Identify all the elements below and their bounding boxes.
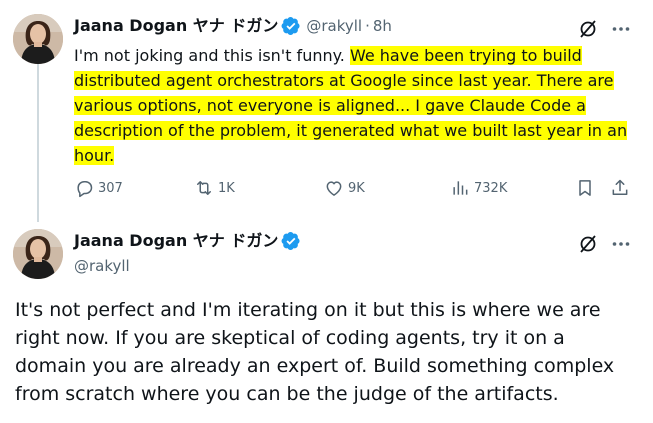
like-count: 9K [348, 180, 365, 196]
tweet-header: Jaana Dogan ヤナ ドガン @rakyll · 8h [74, 16, 392, 36]
tweet-actions: 307 1K 9K 732K [74, 178, 634, 202]
more-icon[interactable] [611, 234, 631, 254]
thread-connector-line [37, 64, 39, 222]
reply-button[interactable]: 307 [74, 178, 123, 198]
author-name[interactable]: Jaana Dogan ヤナ ドガン [74, 16, 278, 36]
share-button[interactable] [610, 178, 634, 198]
views-icon [453, 181, 468, 195]
tweet-text: I'm not joking and this isn't funny. We … [74, 43, 634, 168]
tweet-text-plain: I'm not joking and this isn't funny. [74, 46, 350, 65]
tweet-text: It's not perfect and I'm iterating on it… [15, 299, 615, 405]
like-icon [326, 181, 342, 196]
timestamp[interactable]: 8h [373, 16, 392, 36]
retweet-count: 1K [218, 180, 235, 196]
verified-badge-icon [281, 16, 301, 36]
views-button[interactable]: 732K [450, 178, 507, 198]
bookmark-button[interactable] [575, 178, 599, 198]
bookmark-icon [579, 180, 591, 196]
reply-icon [77, 181, 93, 198]
verified-badge-icon [281, 231, 301, 251]
author-name[interactable]: Jaana Dogan ヤナ ドガン [74, 231, 278, 251]
retweet-button[interactable]: 1K [194, 178, 235, 198]
share-icon [612, 179, 628, 195]
author-handle[interactable]: @rakyll [74, 256, 130, 276]
grok-icon[interactable] [578, 19, 598, 39]
grok-icon[interactable] [578, 234, 598, 254]
avatar[interactable] [13, 229, 63, 279]
like-button[interactable]: 9K [324, 178, 365, 198]
avatar[interactable] [13, 14, 63, 64]
more-icon[interactable] [611, 19, 631, 39]
tweet-header: Jaana Dogan ヤナ ドガン [74, 231, 301, 251]
views-count: 732K [474, 180, 508, 196]
reply-count: 307 [98, 180, 123, 196]
author-handle[interactable]: @rakyll [306, 16, 362, 36]
retweet-icon [197, 181, 211, 195]
separator-dot: · [365, 17, 370, 35]
